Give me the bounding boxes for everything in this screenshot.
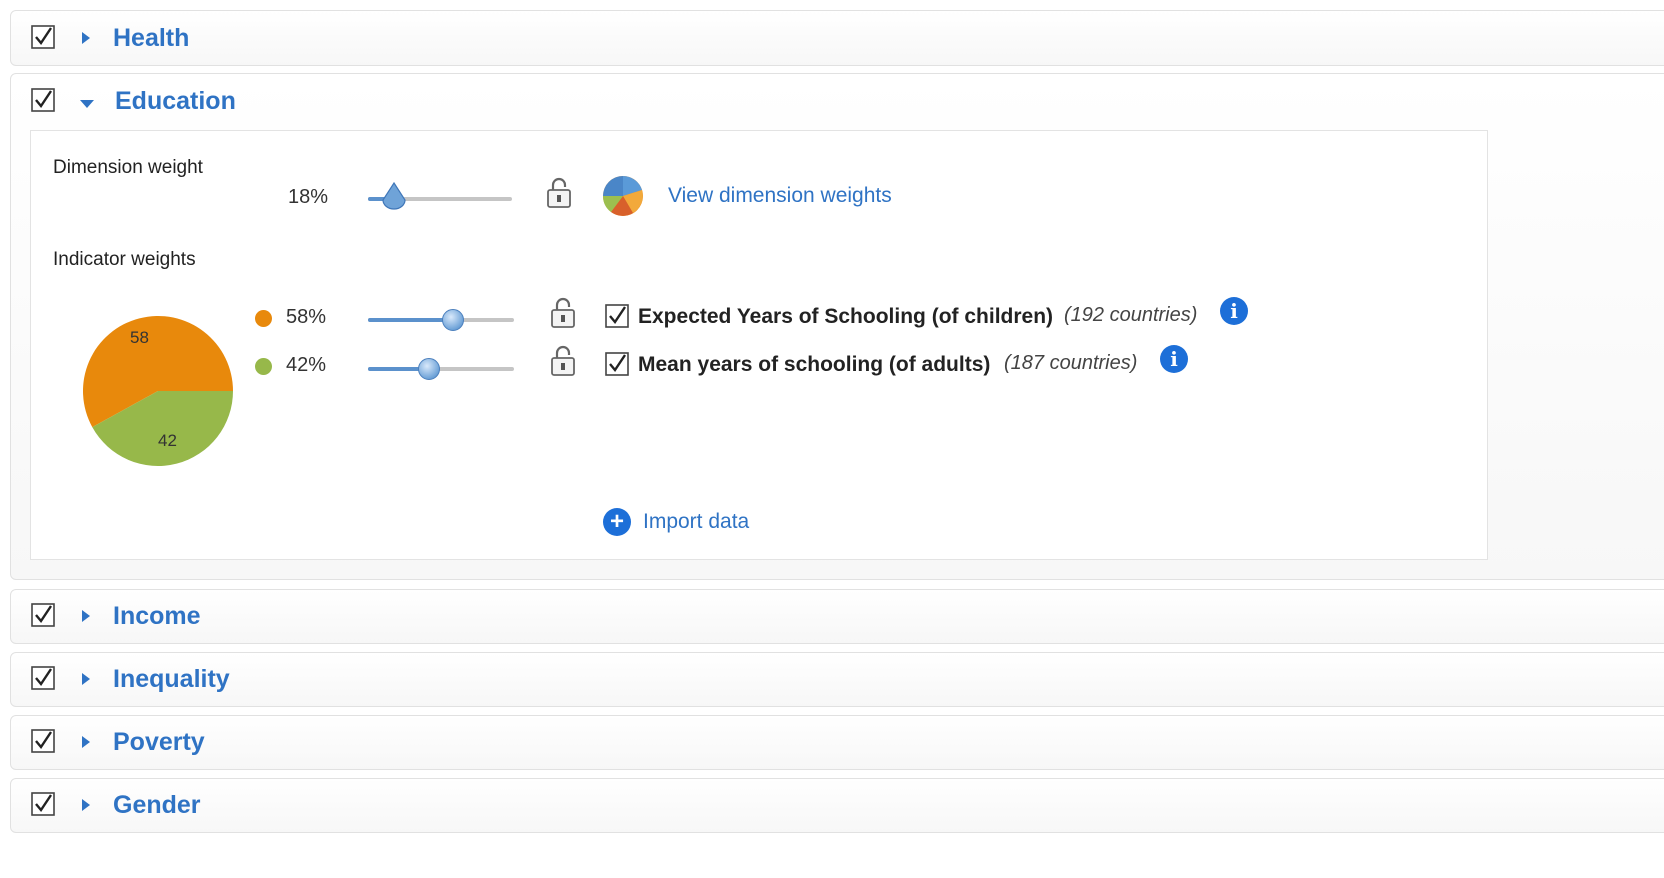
checkbox-checked-icon[interactable] [31,25,55,49]
dimension-panel-inequality: Inequality [10,652,1664,707]
dimension-panel-income: Income [10,589,1664,644]
slider-handle-icon[interactable] [381,182,407,210]
pie-label-42: 42 [158,431,177,450]
dimension-title-income[interactable]: Income [113,602,201,630]
checkbox-checked-icon[interactable] [31,729,55,753]
indicator-name: Mean years of schooling (of adults) [638,353,991,376]
indicator-weight-slider[interactable] [368,309,514,331]
dimension-weight-value: 18% [288,186,329,208]
checkbox-checked-icon[interactable] [31,88,55,112]
caret-right-icon[interactable] [81,609,91,628]
dimension-title-education[interactable]: Education [115,87,236,115]
indicator-weights-label: Indicator weights [53,249,196,270]
indicator-country-count: (187 countries) [1004,352,1138,374]
checkbox-checked-icon[interactable] [31,792,55,816]
unlocked-padlock-icon[interactable] [545,176,573,215]
dimension-header-inequality[interactable]: Inequality [11,653,1664,707]
education-content: Dimension weight 18% View dimension weig… [30,130,1488,560]
dimension-title-gender[interactable]: Gender [113,791,201,819]
dimension-title-inequality[interactable]: Inequality [113,665,230,693]
dimension-weight-label: Dimension weight [53,157,203,178]
plus-circle-icon[interactable]: + [603,508,631,536]
dimension-panel-gender: Gender [10,778,1664,833]
indicator-color-dot [255,310,272,327]
checkbox-checked-icon[interactable] [31,666,55,690]
indicator-name: Expected Years of Schooling (of children… [638,305,1054,328]
info-icon[interactable]: i [1220,297,1248,325]
caret-right-icon[interactable] [81,672,91,691]
dimension-header-education[interactable]: Education [11,74,1664,128]
pie-label-58: 58 [130,328,149,347]
indicator-color-dot [255,358,272,375]
pie-chart-icon[interactable] [601,174,645,223]
dimension-header-health[interactable]: Health [11,11,1664,65]
dimension-header-gender[interactable]: Gender [11,779,1664,833]
indicator-weight-slider[interactable] [368,358,514,380]
import-data-link[interactable]: Import data [643,510,749,534]
unlocked-padlock-icon[interactable] [549,296,577,335]
caret-right-icon[interactable] [81,735,91,754]
indicator-weight-value: 42% [286,354,327,376]
dimension-panel-health: Health [10,10,1664,66]
dimension-weight-slider[interactable] [368,182,512,210]
dimension-title-health[interactable]: Health [113,24,189,52]
dimension-header-income[interactable]: Income [11,590,1664,644]
indicator-country-count: (192 countries) [1064,304,1198,326]
dimension-panel-poverty: Poverty [10,715,1664,770]
caret-right-icon[interactable] [81,31,91,50]
indicator-weight-value: 58% [286,306,327,328]
checkbox-checked-icon[interactable] [605,352,629,376]
checkbox-checked-icon[interactable] [605,304,629,328]
slider-handle-icon[interactable] [418,358,440,380]
info-icon[interactable]: i [1160,345,1188,373]
caret-right-icon[interactable] [81,798,91,817]
unlocked-padlock-icon[interactable] [549,344,577,383]
view-dimension-weights-link[interactable]: View dimension weights [668,184,892,208]
dimension-header-poverty[interactable]: Poverty [11,716,1664,770]
caret-down-icon[interactable] [79,96,95,114]
slider-fill [368,318,453,322]
slider-handle-icon[interactable] [442,309,464,331]
indicator-weights-pie: 58 42 [83,315,233,466]
dimension-title-poverty[interactable]: Poverty [113,728,205,756]
checkbox-checked-icon[interactable] [31,603,55,627]
